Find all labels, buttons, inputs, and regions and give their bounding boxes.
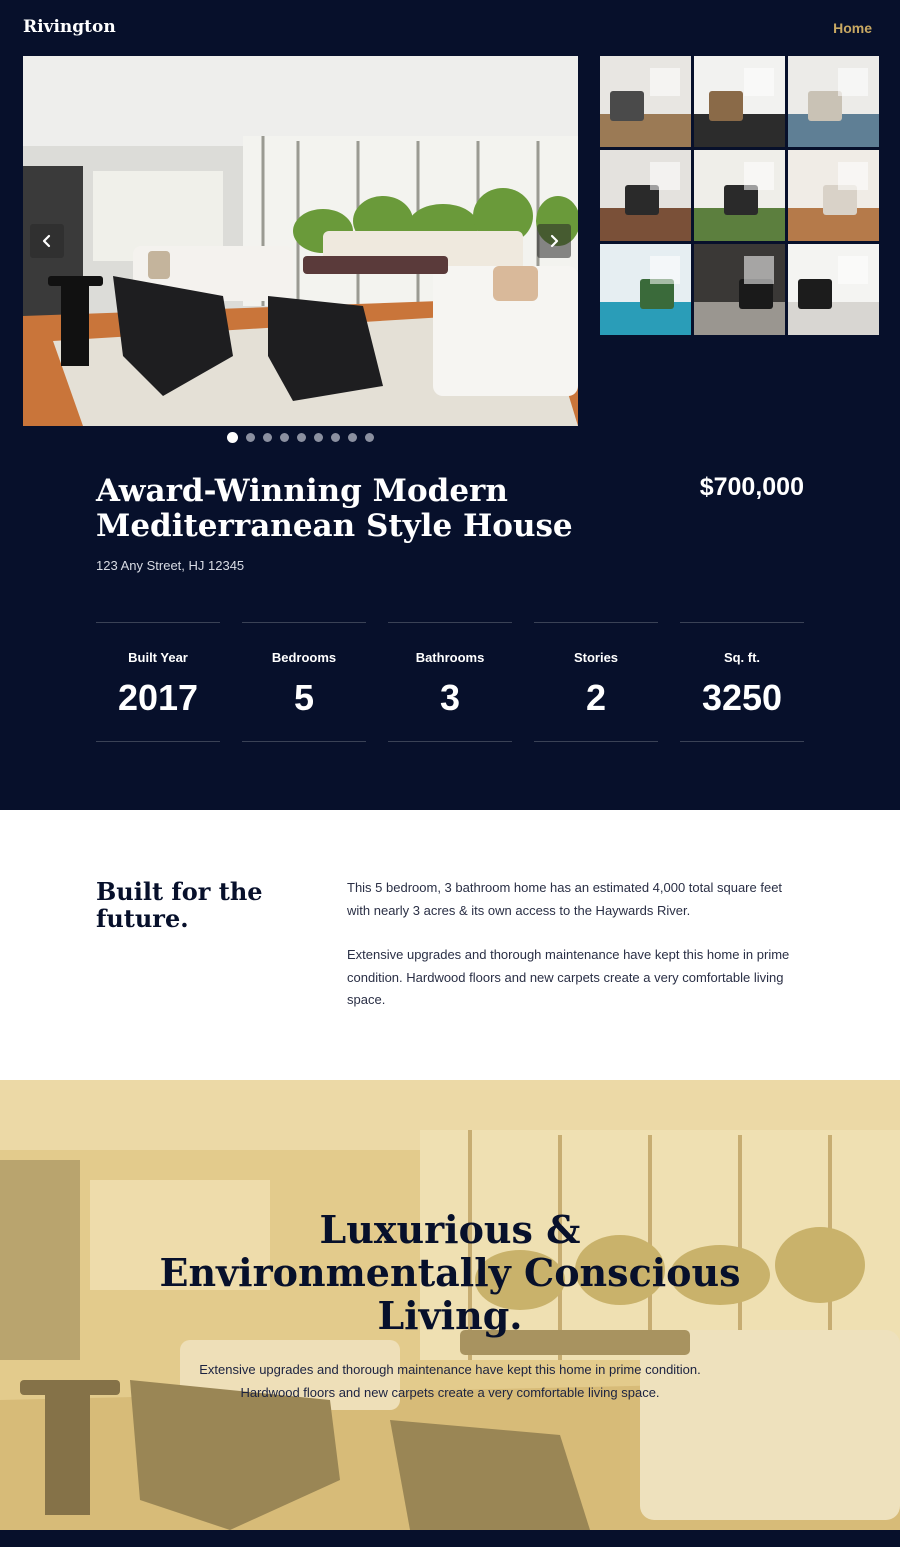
slider-dot[interactable]	[246, 433, 255, 442]
stat-label: Bedrooms	[271, 650, 337, 665]
thumbnail-kitchen[interactable]	[694, 56, 785, 147]
about-heading: Built for the future.	[96, 877, 263, 933]
slider-dot[interactable]	[227, 432, 238, 443]
slider-dot[interactable]	[263, 433, 272, 442]
thumbnail-living-dining[interactable]	[600, 150, 691, 241]
about-section: Built for the future. This 5 bedroom, 3 …	[0, 810, 900, 1080]
property-stats: Built Year 2017 Bedrooms 5 Bathrooms 3 S…	[96, 622, 804, 742]
stat-built-year: Built Year 2017	[96, 622, 220, 742]
stat-label: Bathrooms	[415, 650, 485, 665]
thumbnail-lounge[interactable]	[694, 150, 785, 241]
site-header: Rivington Home	[0, 0, 900, 56]
thumbnail-bedroom[interactable]	[788, 56, 879, 147]
thumbnail-grid	[600, 56, 879, 335]
slider-next-button[interactable]	[537, 224, 571, 258]
slider-dot[interactable]	[365, 433, 374, 442]
slider-dot[interactable]	[348, 433, 357, 442]
stat-value: 2017	[117, 677, 199, 718]
property-title: Award-Winning Modern Mediterranean Style…	[96, 473, 573, 544]
image-slider[interactable]	[23, 56, 578, 426]
stat-label: Built Year	[128, 650, 188, 665]
chevron-left-icon	[42, 234, 51, 248]
stat-stories: Stories 2	[534, 622, 658, 742]
stat-value: 3	[439, 677, 461, 718]
chevron-right-icon	[550, 234, 559, 248]
stat-value: 3250	[701, 677, 783, 718]
slider-prev-button[interactable]	[30, 224, 64, 258]
brand-logo[interactable]: Rivington	[23, 17, 116, 37]
slider-dot[interactable]	[280, 433, 289, 442]
slider-dot[interactable]	[297, 433, 306, 442]
stat-value: 5	[293, 677, 315, 718]
hero-text: Extensive upgrades and thorough maintena…	[199, 1362, 701, 1400]
about-text: This 5 bedroom, 3 bathroom home has an e…	[347, 877, 807, 1012]
thumbnail-bedroom-2[interactable]	[788, 150, 879, 241]
about-paragraph: This 5 bedroom, 3 bathroom home has an e…	[347, 880, 783, 918]
nav-home-link[interactable]: Home	[833, 20, 872, 36]
stat-label: Stories	[573, 650, 619, 665]
thumbnail-exterior-pool[interactable]	[600, 244, 691, 335]
stat-sqft: Sq. ft. 3250	[680, 622, 804, 742]
slider-dot[interactable]	[331, 433, 340, 442]
property-price: $700,000	[699, 473, 804, 501]
stat-bathrooms: Bathrooms 3	[388, 622, 512, 742]
thumbnail-staircase[interactable]	[600, 56, 691, 147]
property-address: 123 Any Street, HJ 12345	[96, 558, 245, 573]
about-paragraph: Extensive upgrades and thorough maintena…	[347, 947, 790, 1007]
thumbnail-bathroom[interactable]	[788, 244, 879, 335]
hero-section: Luxurious & Environmentally Conscious Li…	[0, 1080, 900, 1530]
hero-title: Luxurious & Environmentally Conscious Li…	[159, 1207, 741, 1338]
thumbnail-dark-room[interactable]	[694, 244, 785, 335]
slider-pagination	[227, 432, 374, 443]
slider-dot[interactable]	[314, 433, 323, 442]
stat-bedrooms: Bedrooms 5	[242, 622, 366, 742]
stat-value: 2	[585, 677, 607, 718]
footer-bar	[0, 1530, 900, 1547]
main-photo	[23, 56, 578, 426]
stat-label: Sq. ft.	[723, 650, 761, 665]
